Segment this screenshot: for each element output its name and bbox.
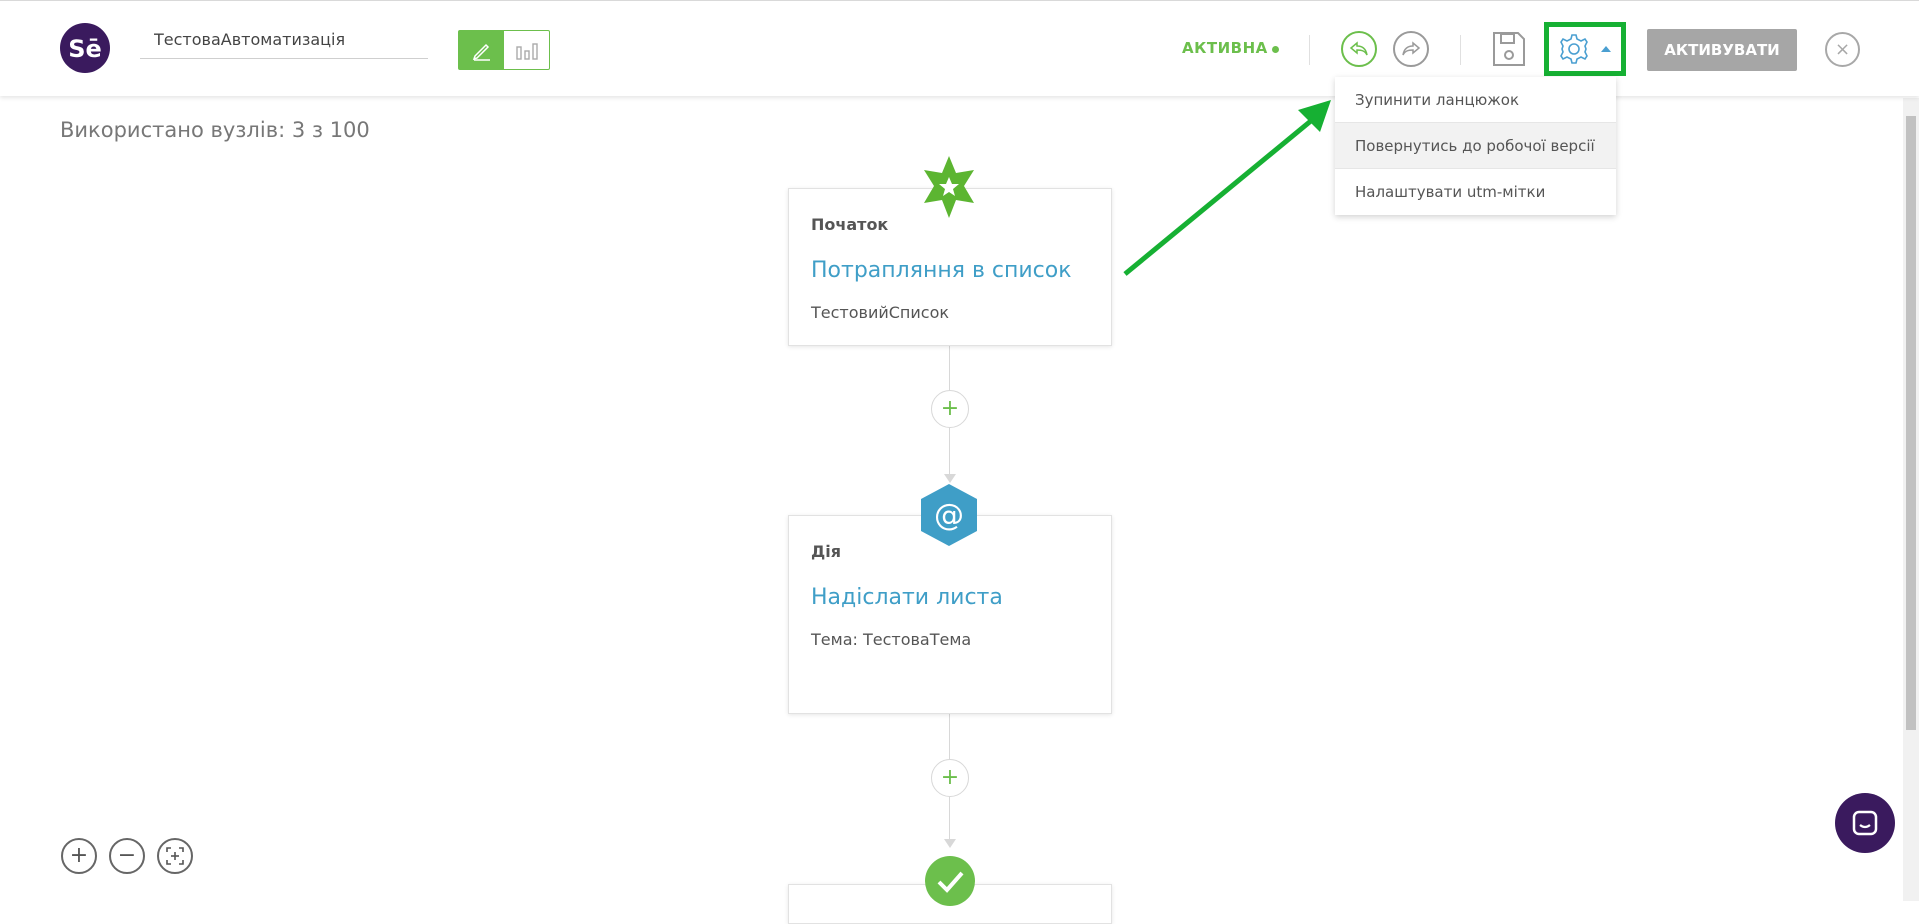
- stats-mode-button[interactable]: [504, 31, 549, 69]
- activate-button[interactable]: АКТИВУВАТИ: [1647, 29, 1797, 71]
- node-subtitle: ТестовийСписок: [811, 303, 950, 322]
- undo-button[interactable]: [1341, 31, 1377, 67]
- chat-icon: [1852, 810, 1878, 836]
- bar-chart-icon: [515, 43, 538, 60]
- view-mode-toggle: [458, 30, 550, 70]
- connector-arrow: [944, 839, 956, 848]
- chat-widget-button[interactable]: [1835, 793, 1895, 853]
- node-usage-counter: Використано вузлів: 3 з 100: [60, 118, 370, 142]
- close-button[interactable]: ×: [1825, 32, 1860, 67]
- svg-text:@: @: [934, 498, 964, 533]
- settings-dropdown-button[interactable]: [1544, 22, 1626, 76]
- divider: [1460, 35, 1461, 65]
- status-label: АКТИВНА: [1182, 39, 1268, 57]
- gear-icon: [1560, 34, 1588, 64]
- connector-arrow: [944, 474, 956, 483]
- fit-to-screen-button[interactable]: [157, 838, 193, 874]
- menu-item-utm-settings[interactable]: Налаштувати utm-мітки: [1335, 169, 1616, 215]
- scrollbar-thumb[interactable]: [1906, 116, 1916, 730]
- menu-item-revert-working-version[interactable]: Повернутись до робочої версії: [1335, 123, 1616, 169]
- divider: [1309, 35, 1310, 65]
- redo-icon: [1402, 41, 1421, 56]
- menu-item-stop-chain[interactable]: Зупинити ланцюжок: [1335, 77, 1616, 123]
- edit-mode-button[interactable]: [459, 31, 504, 69]
- settings-menu: Зупинити ланцюжок Повернутись до робочої…: [1335, 77, 1616, 215]
- redo-button[interactable]: [1393, 31, 1429, 67]
- at-icon: @: [921, 484, 977, 546]
- node-title: Надіслати листа: [811, 585, 1003, 610]
- star-icon: [924, 156, 974, 218]
- add-node-button[interactable]: +: [931, 390, 969, 428]
- node-subtitle: Тема: ТестоваТема: [811, 630, 972, 649]
- fit-screen-icon: [166, 847, 184, 865]
- save-button[interactable]: [1492, 31, 1526, 67]
- connector-line: [949, 797, 950, 839]
- zoom-in-button[interactable]: +: [61, 838, 97, 874]
- node-title: Потрапляння в список: [811, 258, 1072, 283]
- undo-icon: [1349, 41, 1368, 56]
- automation-name-input[interactable]: [140, 21, 428, 59]
- top-toolbar: Sē АКТИВНА: [0, 0, 1919, 96]
- connector-line: [949, 428, 950, 474]
- caret-up-icon: [1601, 46, 1611, 52]
- check-icon: [925, 856, 975, 906]
- pencil-icon: [472, 43, 490, 61]
- vertical-scrollbar[interactable]: [1903, 98, 1919, 901]
- add-node-button[interactable]: +: [931, 759, 969, 797]
- zoom-out-button[interactable]: −: [109, 838, 145, 874]
- app-logo[interactable]: Sē: [60, 23, 110, 73]
- floppy-disk-icon: [1493, 32, 1525, 66]
- status-dot: [1272, 46, 1279, 53]
